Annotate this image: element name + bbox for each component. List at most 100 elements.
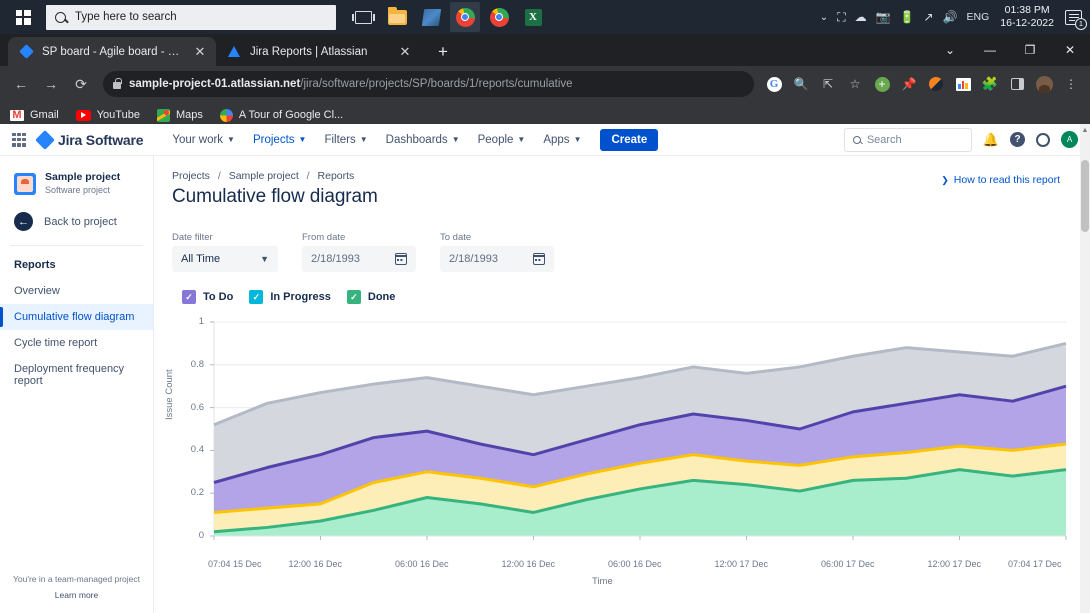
breadcrumb: Projects / Sample project / Reports xyxy=(172,170,1074,182)
help-icon[interactable]: ? xyxy=(1010,132,1025,147)
microsoft-store-button[interactable] xyxy=(416,2,446,32)
nav-people[interactable]: People▼ xyxy=(471,130,533,150)
notification-count-badge: 1 xyxy=(1075,18,1087,30)
breadcrumb-projects[interactable]: Projects xyxy=(172,170,210,182)
notification-center-button[interactable]: 1 xyxy=(1065,10,1082,25)
breadcrumb-reports[interactable]: Reports xyxy=(318,170,355,182)
task-view-button[interactable] xyxy=(348,2,378,32)
jira-search-input[interactable]: Search xyxy=(844,128,972,152)
chrome-window-2-button[interactable] xyxy=(484,2,514,32)
nav-projects[interactable]: Projects▼ xyxy=(246,130,313,150)
scroll-up-arrow-icon[interactable]: ▲ xyxy=(1081,127,1089,134)
chevron-down-icon[interactable]: ⌄ xyxy=(930,34,970,66)
from-date-input[interactable]: 2/18/1993 xyxy=(302,246,416,272)
show-hidden-icons-chevron[interactable]: ⌄ xyxy=(820,12,828,23)
checkbox-in-progress[interactable]: ✓ xyxy=(249,290,263,304)
display-settings-icon[interactable]: 📷 xyxy=(876,10,891,24)
bookmark-gmail[interactable]: M Gmail xyxy=(10,109,59,121)
bookmark-google-cloud[interactable]: A Tour of Google Cl... xyxy=(220,109,343,122)
file-explorer-button[interactable] xyxy=(382,2,412,32)
lock-icon xyxy=(113,82,121,89)
back-button[interactable]: ← xyxy=(7,70,35,98)
share-icon[interactable]: ⇱ xyxy=(816,72,840,96)
chevron-down-icon: ▼ xyxy=(227,135,235,144)
onedrive-icon[interactable]: ☁ xyxy=(855,10,867,24)
volume-icon[interactable]: 🔊 xyxy=(943,10,958,24)
language-indicator[interactable]: ENG xyxy=(967,11,990,23)
calendar-icon[interactable] xyxy=(395,253,407,265)
learn-more-link[interactable]: Learn more xyxy=(0,587,153,603)
bookmark-maps[interactable]: Maps xyxy=(157,109,203,122)
close-window-button[interactable]: ✕ xyxy=(1050,34,1090,66)
search-icon[interactable]: 🔍 xyxy=(789,72,813,96)
create-button[interactable]: Create xyxy=(600,129,658,151)
excel-icon: X xyxy=(525,9,542,26)
chrome-icon xyxy=(456,8,475,27)
clock[interactable]: 01:38 PM 16-12-2022 xyxy=(998,4,1056,30)
excel-button[interactable]: X xyxy=(518,2,548,32)
analytics-extension-icon[interactable] xyxy=(951,72,975,96)
forward-button[interactable]: → xyxy=(37,70,65,98)
google-lens-icon[interactable]: G xyxy=(762,72,786,96)
date-filter-value: All Time xyxy=(181,253,220,265)
wifi-icon[interactable]: ↗ xyxy=(924,10,934,24)
close-icon[interactable]: ✕ xyxy=(397,45,413,58)
nav-label: Your work xyxy=(172,134,223,146)
sidebar-item-overview[interactable]: Overview xyxy=(0,278,153,304)
side-panel-icon[interactable] xyxy=(1005,72,1029,96)
how-to-read-this-report-link[interactable]: ❯ How to read this report xyxy=(941,174,1060,186)
close-icon[interactable]: ✕ xyxy=(192,45,208,58)
date-filter-select[interactable]: All Time ▼ xyxy=(172,246,278,272)
battery-icon[interactable]: 🔋 xyxy=(900,10,915,24)
profile-avatar[interactable] xyxy=(1032,72,1056,96)
scrollbar-thumb[interactable] xyxy=(1081,160,1089,232)
settings-gear-icon[interactable] xyxy=(1036,133,1050,147)
legend-item-in-progress[interactable]: ✓ In Progress xyxy=(249,290,331,304)
calendar-icon[interactable] xyxy=(533,253,545,265)
pin-extension-icon[interactable]: 📌 xyxy=(897,72,921,96)
to-date-input[interactable]: 2/18/1993 xyxy=(440,246,554,272)
jira-logo[interactable]: Jira Software xyxy=(38,132,143,148)
nav-filters[interactable]: Filters▼ xyxy=(317,130,374,150)
reload-button[interactable]: ⟳ xyxy=(67,70,95,98)
browser-toolbar: ← → ⟳ sample-project-01.atlassian.net/ji… xyxy=(0,66,1090,102)
address-bar[interactable]: sample-project-01.atlassian.net/jira/sof… xyxy=(103,71,754,97)
nav-apps[interactable]: Apps▼ xyxy=(536,130,588,150)
to-date-value: 2/18/1993 xyxy=(449,253,498,265)
chrome-menu-button[interactable]: ⋮ xyxy=(1059,72,1083,96)
search-icon xyxy=(853,136,861,144)
legend-item-to-do[interactable]: ✓ To Do xyxy=(182,290,233,304)
add-extension-icon[interactable]: + xyxy=(870,72,894,96)
nav-your-work[interactable]: Your work ▼ xyxy=(165,130,242,150)
camera-icon[interactable]: ⛶ xyxy=(837,10,845,25)
project-header[interactable]: Sample project Software project xyxy=(0,156,153,202)
sidebar-item-cycle-time-report[interactable]: Cycle time report xyxy=(0,330,153,356)
page-scrollbar[interactable]: ▲ xyxy=(1080,124,1090,613)
sidebar-item-deployment-frequency-report[interactable]: Deployment frequency report xyxy=(0,356,153,394)
tab-title: Jira Reports | Atlassian xyxy=(250,46,388,58)
x-axis-tick: 12:00 16 Dec xyxy=(502,559,556,569)
bookmark-star-icon[interactable]: ☆ xyxy=(843,72,867,96)
maximize-button[interactable]: ❐ xyxy=(1010,34,1050,66)
taskbar-search-input[interactable]: Type here to search xyxy=(46,5,336,30)
notifications-icon[interactable]: 🔔 xyxy=(983,132,999,148)
nav-dashboards[interactable]: Dashboards▼ xyxy=(379,130,467,150)
user-avatar[interactable]: A xyxy=(1061,131,1078,148)
minimize-button[interactable]: — xyxy=(970,34,1010,66)
app-switcher-icon[interactable] xyxy=(12,133,26,147)
back-to-project-button[interactable]: ← Back to project xyxy=(0,202,153,241)
how-to-read-label: How to read this report xyxy=(954,174,1060,186)
sidebar-item-cumulative-flow-diagram[interactable]: Cumulative flow diagram xyxy=(0,304,153,330)
chrome-window-1-button[interactable] xyxy=(450,2,480,32)
extensions-puzzle-icon[interactable]: 🧩 xyxy=(978,72,1002,96)
checkbox-to-do[interactable]: ✓ xyxy=(182,290,196,304)
browser-tab-active[interactable]: SP board - Agile board - Jira ✕ xyxy=(8,37,216,66)
legend-item-done[interactable]: ✓ Done xyxy=(347,290,396,304)
breadcrumb-sample-project[interactable]: Sample project xyxy=(229,170,299,182)
orange-extension-icon[interactable] xyxy=(924,72,948,96)
checkbox-done[interactable]: ✓ xyxy=(347,290,361,304)
start-button[interactable] xyxy=(0,0,46,34)
bookmark-youtube[interactable]: YouTube xyxy=(76,109,140,121)
browser-tab-inactive[interactable]: Jira Reports | Atlassian ✕ xyxy=(216,37,421,66)
new-tab-button[interactable]: + xyxy=(431,42,455,62)
